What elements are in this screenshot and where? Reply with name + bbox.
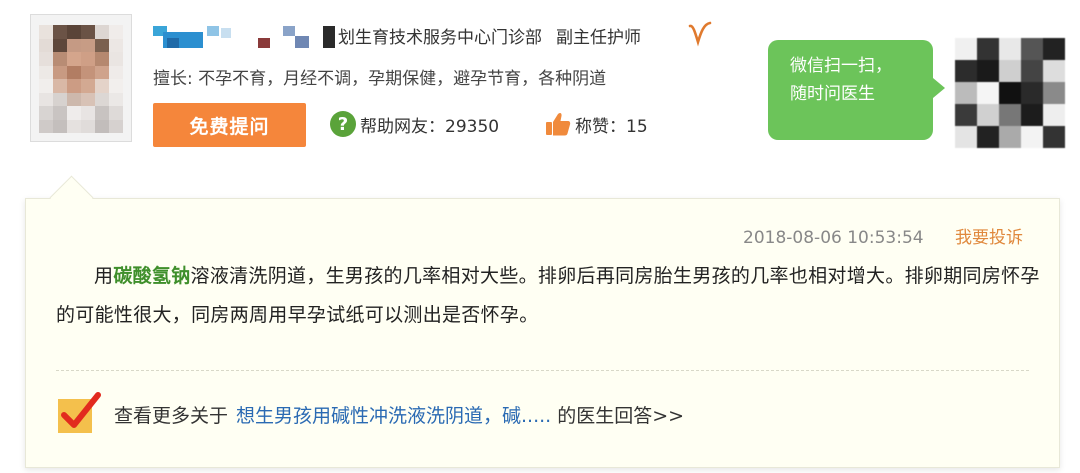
more-suffix[interactable]: 的医生回答>> [557,401,684,428]
help-question-icon: ? [330,111,356,137]
more-prefix: 查看更多关于 [114,404,229,427]
check-mark-icon [58,392,101,433]
answer-meta: 2018-08-06 10:53:54 我要投诉 [743,223,1023,248]
doctor-job-title: 副主任护师 [556,28,641,48]
qr-code[interactable] [955,38,1065,148]
answer-text: 用碳酸氢钠溶液清洗阴道，生男孩的几率相对大些。排卵后再同房胎生男孩的几率也相对增… [56,257,1041,335]
wechat-line-2: 随时问医生 [790,84,875,104]
doctor-avatar[interactable] [30,14,132,142]
doctor-name-row: 划生育技术服务中心门诊部 副主任护师 [153,21,713,50]
answer-text-prefix: 用 [94,265,114,287]
doctor-department: 划生育技术服务中心门诊部 [338,28,542,48]
doctor-name-pixelated [153,24,338,48]
more-answers-link[interactable]: 想生男孩用碱性冲洗液洗阴道，碱..... [236,401,551,428]
free-ask-button[interactable]: 免费提问 [153,103,306,147]
praise-count-stat: 称赞：15 [544,110,648,138]
more-answers-row: 查看更多关于 想生男孩用碱性冲洗液洗阴道，碱..... 的医生回答>> [56,392,684,436]
answer-divider [56,370,1029,371]
avatar-pixelated-photo [39,25,123,133]
thumbs-up-icon [546,112,571,136]
answer-text-body: 溶液清洗阴道，生男孩的几率相对大些。排卵后再同房胎生男孩的几率也相对增大。排卵期… [56,265,1040,326]
help-count-stat: ? 帮助网友：29350 [330,110,499,138]
doctor-specialty: 擅长: 不孕不育，月经不调，孕期保健，避孕节育，各种阴道 [153,69,607,89]
help-count-label: 帮助网友：29350 [360,116,500,137]
answer-card: 2018-08-06 10:53:54 我要投诉 用碳酸氢钠溶液清洗阴道，生男孩… [25,198,1060,468]
praise-count-label: 称赞：15 [575,116,648,137]
answer-timestamp: 2018-08-06 10:53:54 [743,228,924,248]
report-link[interactable]: 我要投诉 [955,228,1023,248]
answer-keyword-link[interactable]: 碳酸氢钠 [113,265,190,287]
wechat-line-1: 微信扫一扫， [790,56,892,76]
doctor-department-title: 划生育技术服务中心门诊部 副主任护师 [338,23,641,48]
wechat-scan-bubble[interactable]: 微信扫一扫， 随时问医生 [768,40,945,140]
verified-v-icon [688,21,712,47]
